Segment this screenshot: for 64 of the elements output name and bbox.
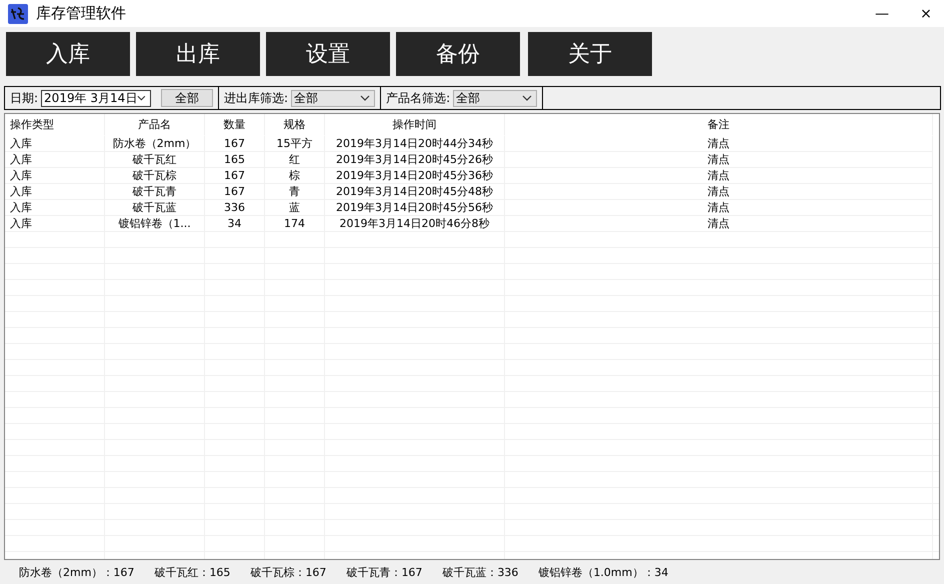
close-button[interactable]: × bbox=[908, 0, 944, 27]
table-cell: 棕 bbox=[265, 168, 325, 184]
type-filter-dropdown[interactable]: 全部 bbox=[291, 90, 376, 106]
column-header[interactable]: 操作类型 bbox=[5, 114, 105, 136]
table-cell: 防水卷（2mm） bbox=[105, 136, 205, 152]
app-logo-icon bbox=[8, 4, 28, 24]
table-cell: 青 bbox=[265, 184, 325, 200]
status-item: 破千瓦棕：167 bbox=[250, 564, 326, 580]
product-filter-label: 产品名筛选: bbox=[386, 90, 450, 106]
table-cell: 入库 bbox=[5, 216, 105, 232]
all-button[interactable]: 全部 bbox=[161, 89, 214, 107]
table-cell: 破千瓦棕 bbox=[105, 168, 205, 184]
column-header[interactable]: 规格 bbox=[265, 114, 325, 136]
table-cell: 清点 bbox=[505, 136, 933, 152]
column-header[interactable]: 数量 bbox=[205, 114, 265, 136]
date-picker[interactable]: 2019年 3月14日 bbox=[41, 90, 152, 106]
table-cell: 清点 bbox=[505, 168, 933, 184]
table-cell: 15平方 bbox=[265, 136, 325, 152]
column-header[interactable]: 操作时间 bbox=[325, 114, 505, 136]
status-item: 破千瓦蓝：336 bbox=[442, 564, 518, 580]
table-cell: 34 bbox=[205, 216, 265, 232]
table-cell: 清点 bbox=[505, 184, 933, 200]
table-cell: 174 bbox=[265, 216, 325, 232]
type-filter-label: 进出库筛选: bbox=[224, 90, 288, 106]
table-cell: 蓝 bbox=[265, 200, 325, 216]
table-cell: 清点 bbox=[505, 200, 933, 216]
table-cell: 2019年3月14日20时45分26秒 bbox=[325, 152, 505, 168]
minimize-button[interactable]: — bbox=[864, 0, 900, 27]
table-cell: 破千瓦青 bbox=[105, 184, 205, 200]
table-cell: 167 bbox=[205, 136, 265, 152]
table-cell: 2019年3月14日20时45分56秒 bbox=[325, 200, 505, 216]
table-cell: 入库 bbox=[5, 168, 105, 184]
product-filter-dropdown[interactable]: 全部 bbox=[453, 90, 538, 106]
table-cell: 清点 bbox=[505, 216, 933, 232]
toolbar-button[interactable]: 入库 bbox=[6, 32, 130, 76]
table-cell: 2019年3月14日20时45分36秒 bbox=[325, 168, 505, 184]
table-cell: 2019年3月14日20时44分34秒 bbox=[325, 136, 505, 152]
toolbar-button[interactable]: 出库 bbox=[136, 32, 260, 76]
table-cell: 165 bbox=[205, 152, 265, 168]
table-cell: 红 bbox=[265, 152, 325, 168]
table-cell: 入库 bbox=[5, 152, 105, 168]
window-title: 库存管理软件 bbox=[36, 4, 127, 23]
toolbar-button[interactable]: 设置 bbox=[266, 32, 390, 76]
table-cell: 入库 bbox=[5, 200, 105, 216]
table-cell: 破千瓦蓝 bbox=[105, 200, 205, 216]
table-cell: 镀铝锌卷（1... bbox=[105, 216, 205, 232]
table-cell: 入库 bbox=[5, 184, 105, 200]
date-label: 日期: bbox=[10, 90, 38, 106]
table-cell: 清点 bbox=[505, 152, 933, 168]
toolbar-button[interactable]: 备份 bbox=[396, 32, 520, 76]
table-cell: 336 bbox=[205, 200, 265, 216]
table-cell: 2019年3月14日20时46分8秒 bbox=[325, 216, 505, 232]
table-cell: 167 bbox=[205, 184, 265, 200]
status-item: 防水卷（2mm）：167 bbox=[19, 564, 134, 580]
status-item: 镀铝锌卷（1.0mm）：34 bbox=[538, 564, 668, 580]
toolbar-button[interactable]: 关于 bbox=[528, 32, 652, 76]
column-header[interactable]: 备注 bbox=[505, 114, 933, 136]
status-item: 破千瓦青：167 bbox=[346, 564, 422, 580]
status-item: 破千瓦红：165 bbox=[154, 564, 230, 580]
column-header[interactable]: 产品名 bbox=[105, 114, 205, 136]
table-cell: 破千瓦红 bbox=[105, 152, 205, 168]
table-cell: 2019年3月14日20时45分48秒 bbox=[325, 184, 505, 200]
table-cell: 入库 bbox=[5, 136, 105, 152]
table-cell: 167 bbox=[205, 168, 265, 184]
